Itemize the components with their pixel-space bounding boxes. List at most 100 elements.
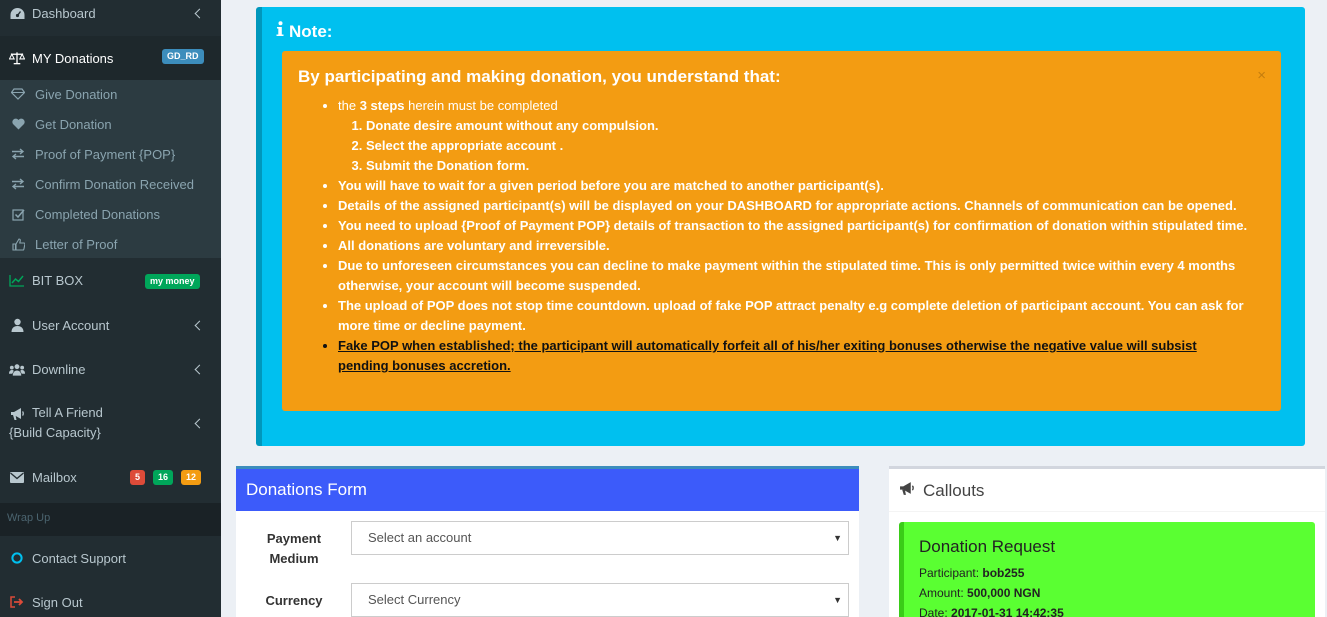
list-item: Fake POP when established; the participa… — [338, 336, 1248, 376]
exchange-icon — [11, 148, 25, 160]
sidebar-item-label: Proof of Payment {POP} — [35, 146, 176, 162]
note-title: Note: — [276, 21, 332, 42]
note-title-text: Note: — [289, 21, 333, 41]
currency-select[interactable]: Select Currency ▼ — [351, 583, 849, 617]
mailbox-badge-red: 5 — [130, 470, 146, 485]
close-icon[interactable]: × — [1257, 67, 1266, 84]
tell-friend-line2: {Build Capacity} — [9, 425, 101, 440]
sidebar-item-tell-a-friend[interactable]: Tell A Friend {Build Capacity} — [0, 393, 221, 455]
list-item: You will have to wait for a given period… — [338, 176, 1248, 196]
panel-title-text: Callouts — [923, 481, 985, 500]
list-item: All donations are voluntary and irrevers… — [338, 236, 1248, 256]
sidebar-item-label: Tell A Friend {Build Capacity} — [9, 403, 103, 443]
exchange-icon — [11, 178, 25, 190]
balance-scale-icon — [9, 50, 25, 66]
caret-down-icon: ▼ — [833, 533, 842, 543]
list-item: Submit the Donation form. — [366, 156, 1248, 176]
divider — [889, 511, 1325, 512]
panel-title: Donations Form — [236, 469, 859, 511]
steps-list: Donate desire amount without any compuls… — [366, 116, 1248, 176]
sidebar-header-wrap-up: Wrap Up — [0, 503, 221, 536]
sidebar-item-label: Get Donation — [35, 116, 112, 132]
thumbs-up-icon — [11, 237, 25, 251]
panel-title: Callouts — [898, 481, 984, 501]
mailbox-badge-yellow: 12 — [181, 470, 202, 485]
status-badge: GD_RD — [162, 49, 204, 64]
rules-list: the 3 steps herein must be completed Don… — [338, 96, 1248, 376]
field-label: Amount: — [919, 586, 968, 600]
sidebar-item-label: Completed Donations — [35, 206, 161, 222]
label-text: Payment Medium — [266, 531, 322, 566]
line-chart-icon — [9, 272, 25, 288]
envelope-icon — [9, 469, 25, 485]
sidebar-item-letter-of-proof[interactable]: Letter of Proof — [0, 229, 221, 259]
sidebar-item-get-donation[interactable]: Get Donation — [0, 109, 221, 139]
mailbox-badge-green: 16 — [153, 470, 174, 485]
date-value: 2017-01-31 14:42:35 — [951, 606, 1064, 617]
sidebar-item-confirm-donation[interactable]: Confirm Donation Received — [0, 169, 221, 199]
dashboard-icon — [9, 6, 25, 22]
sidebar-item-give-donation[interactable]: Give Donation — [0, 79, 221, 109]
payment-medium-label: Payment Medium — [244, 529, 344, 569]
field-label: Date: — [919, 606, 952, 617]
sidebar-item-mailbox[interactable]: Mailbox 5 16 12 — [0, 455, 221, 499]
heart-icon — [11, 118, 25, 130]
sidebar-item-sign-out[interactable]: Sign Out — [0, 581, 221, 617]
note-callout: Note: By participating and making donati… — [256, 7, 1305, 446]
sidebar-item-label: Downline — [32, 361, 86, 377]
rule-text: herein must be completed — [404, 98, 558, 113]
list-item: Details of the assigned participant(s) w… — [338, 196, 1248, 216]
callouts-panel: Callouts Donation Request Participant: b… — [889, 466, 1325, 617]
currency-label: Currency — [265, 593, 323, 608]
tell-friend-line1: Tell A Friend — [32, 405, 103, 420]
select-value: Select an account — [368, 530, 472, 545]
select-value: Select Currency — [368, 592, 461, 607]
list-item: Donate desire amount without any compuls… — [366, 116, 1248, 136]
info-icon — [276, 21, 284, 42]
donations-form-panel: Donations Form Payment Medium Select an … — [236, 466, 859, 617]
participant-value: bob255 — [982, 566, 1025, 580]
list-item: The upload of POP does not stop time cou… — [338, 296, 1248, 336]
list-item: Due to unforeseen circumstances you can … — [338, 256, 1248, 296]
bullhorn-icon — [9, 406, 25, 422]
sidebar-item-label: Give Donation — [35, 86, 118, 102]
user-icon — [9, 317, 25, 333]
circle-icon — [9, 550, 25, 566]
sidebar-item-dashboard[interactable]: Dashboard — [0, 0, 221, 27]
sidebar-item-user-account[interactable]: User Account — [0, 303, 221, 347]
sidebar-item-bit-box[interactable]: BIT BOX my money — [0, 258, 221, 302]
sidebar: Dashboard MY Donations GD_RD Give Donati… — [0, 0, 221, 617]
donations-submenu: Give Donation Get Donation Proof of Paym… — [0, 80, 221, 258]
sidebar-item-label: Confirm Donation Received — [35, 176, 194, 192]
sidebar-item-my-donations[interactable]: MY Donations GD_RD — [0, 36, 221, 80]
sidebar-item-label: Dashboard — [32, 6, 96, 21]
request-title: Donation Request — [919, 537, 1056, 556]
amount-value: 500,000 NGN — [967, 586, 1041, 600]
payment-medium-select[interactable]: Select an account ▼ — [351, 521, 849, 555]
caret-down-icon: ▼ — [833, 595, 842, 605]
warning-heading: By participating and making donation, yo… — [298, 67, 781, 86]
sidebar-item-downline[interactable]: Downline — [0, 347, 221, 391]
sidebar-item-label: Sign Out — [32, 594, 83, 610]
rule-text-bold: 3 steps — [359, 98, 405, 113]
amount-line: Amount: 500,000 NGN — [919, 583, 1315, 603]
sidebar-item-label: User Account — [32, 317, 110, 333]
chevron-left-icon — [194, 418, 205, 429]
field-label: Participant: — [919, 566, 983, 580]
sidebar-item-proof-of-payment[interactable]: Proof of Payment {POP} — [0, 139, 221, 169]
list-item: Select the appropriate account . — [366, 136, 1248, 156]
sidebar-item-completed-donations[interactable]: Completed Donations — [0, 199, 221, 229]
users-icon — [9, 361, 25, 377]
warning-alert: By participating and making donation, yo… — [282, 51, 1281, 411]
status-badge: my money — [145, 274, 200, 289]
participant-line: Participant: bob255 — [919, 563, 1315, 583]
sidebar-item-contact-support[interactable]: Contact Support — [0, 537, 221, 579]
sidebar-item-label: Letter of Proof — [35, 236, 118, 252]
check-square-icon — [11, 208, 25, 221]
date-line: Date: 2017-01-31 14:42:35 — [919, 603, 1315, 617]
diamond-icon — [11, 88, 25, 100]
fake-pop-warning: Fake POP when established; the participa… — [338, 338, 1197, 373]
list-item: You need to upload {Proof of Payment POP… — [338, 216, 1248, 236]
rule-text: the — [338, 98, 360, 113]
sidebar-item-label: Contact Support — [32, 550, 126, 566]
